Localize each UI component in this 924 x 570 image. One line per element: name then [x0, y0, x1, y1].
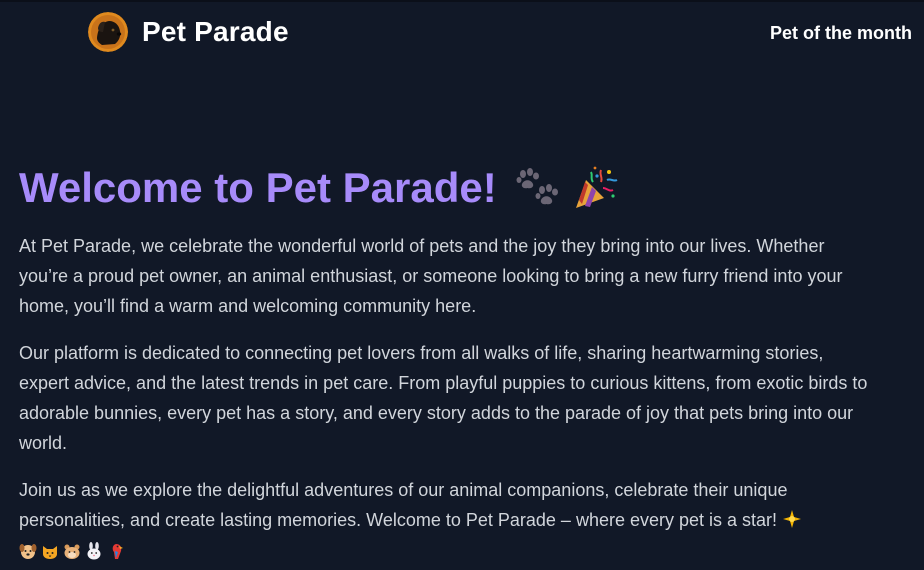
parrot-icon	[112, 544, 123, 560]
platform-paragraph: Our platform is dedicated to connecting …	[19, 343, 868, 453]
rabbit-face-icon	[87, 542, 101, 560]
join-paragraph-text: Join us as we explore the delightful adv…	[19, 480, 788, 530]
dog-face-icon	[19, 544, 37, 560]
join-paragraph: Join us as we explore the delightful adv…	[19, 475, 869, 565]
main-content: Welcome to Pet Parade! At Pet Parade, we…	[19, 160, 869, 570]
navbar: Pet Parade Pet of the month	[0, 2, 924, 68]
paw-prints-icon	[516, 168, 558, 205]
page-title-text: Welcome to Pet Parade!	[19, 164, 497, 211]
page: Pet Parade Pet of the month Welcome to P…	[0, 0, 924, 570]
brand-link[interactable]: Pet Parade	[88, 12, 289, 52]
pet-emoji-row	[19, 542, 125, 560]
cat-face-icon	[43, 546, 57, 560]
title-icons	[515, 166, 619, 210]
glowing-star-icon	[783, 510, 802, 528]
dog-avatar-icon	[88, 12, 128, 52]
nav-link-pet-of-the-month[interactable]: Pet of the month	[770, 22, 912, 44]
page-title: Welcome to Pet Parade!	[19, 160, 869, 216]
hamster-face-icon	[64, 544, 80, 560]
intro-paragraph: At Pet Parade, we celebrate the wonderfu…	[19, 236, 843, 316]
brand-name: Pet Parade	[142, 16, 289, 47]
party-popper-icon	[575, 166, 618, 208]
